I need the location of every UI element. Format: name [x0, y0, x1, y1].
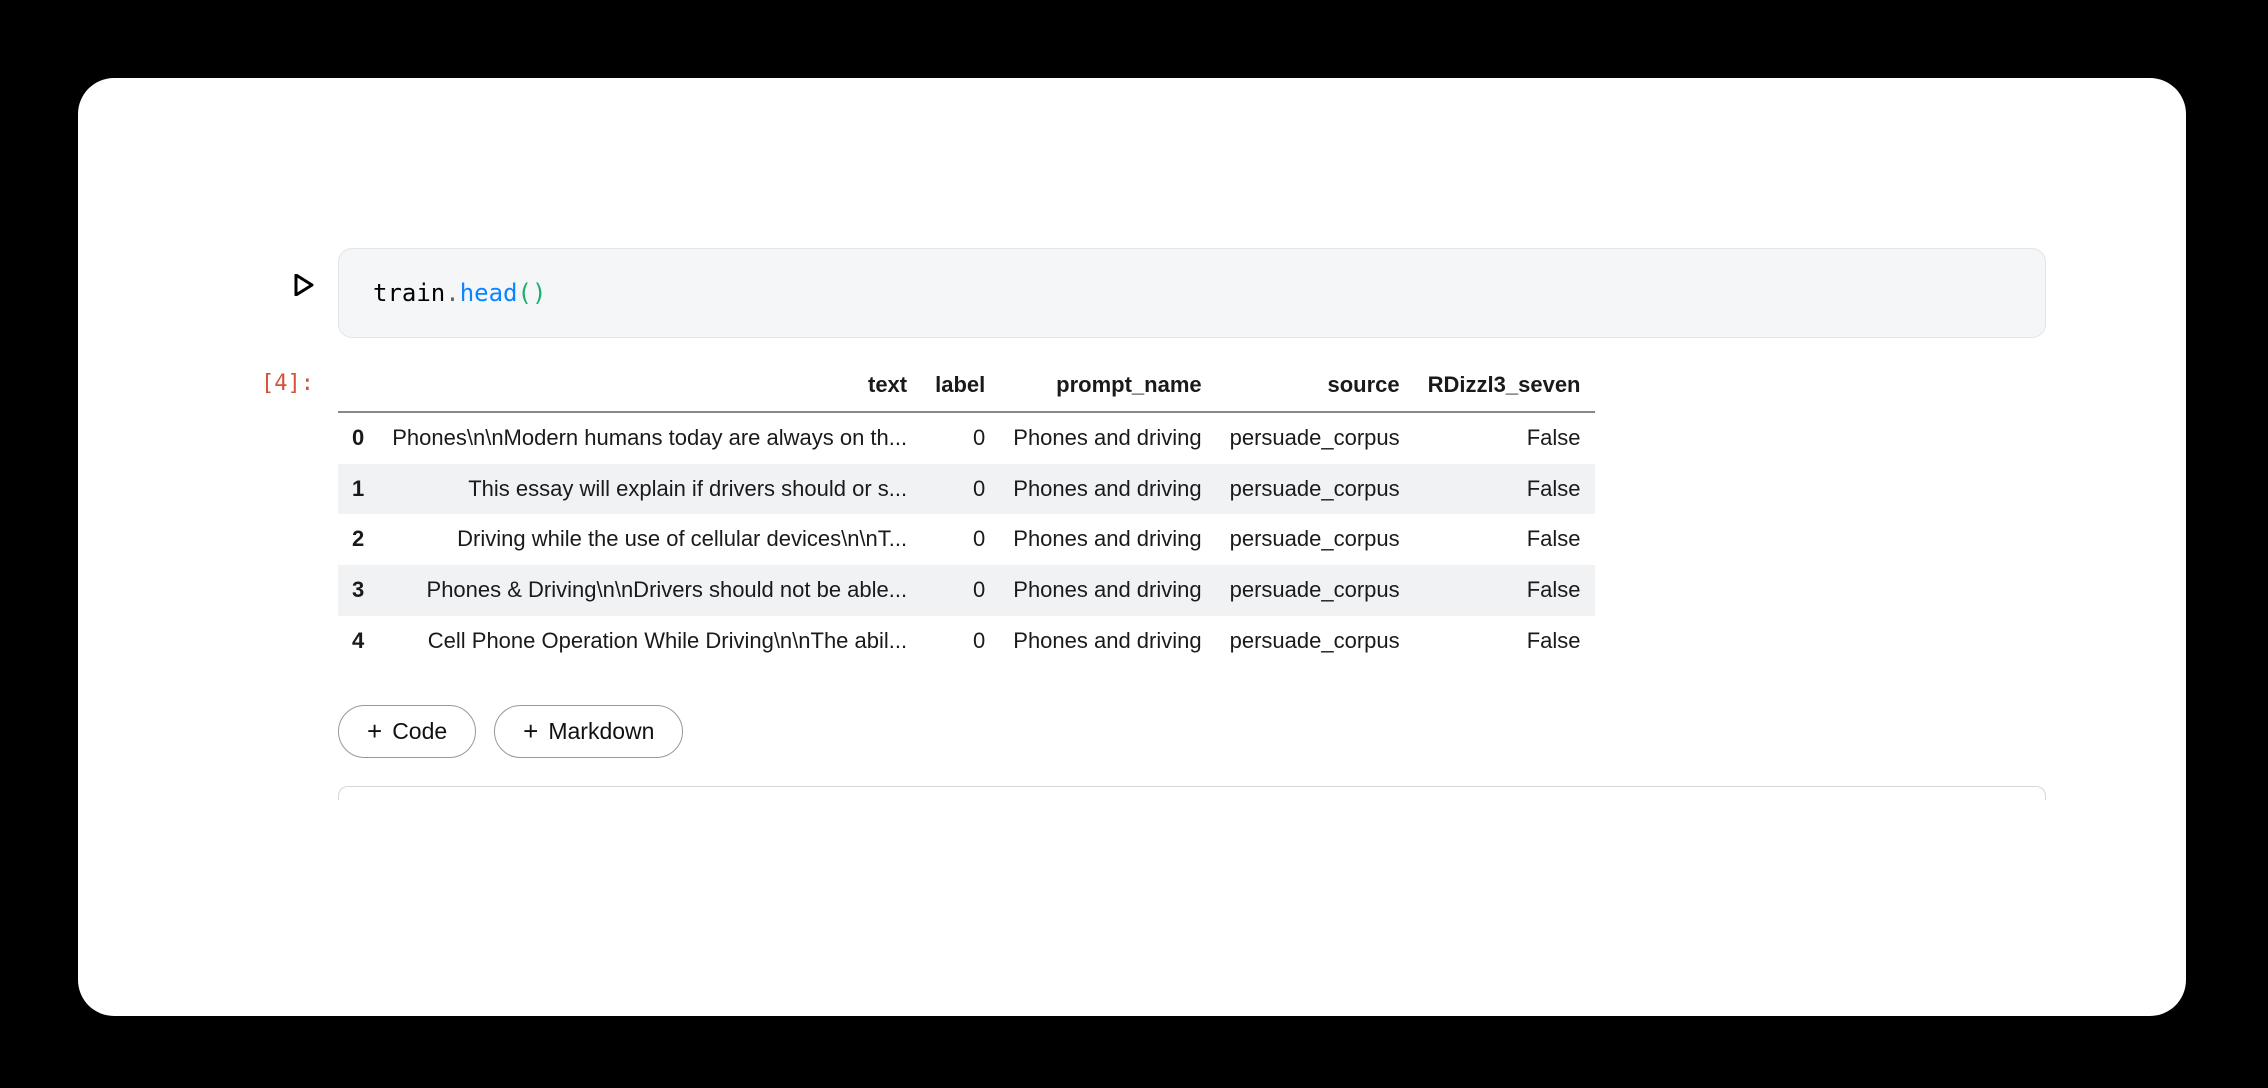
cell-text: This essay will explain if drivers shoul…	[378, 464, 921, 515]
row-index: 4	[338, 616, 378, 667]
cell-source: persuade_corpus	[1216, 565, 1414, 616]
table-header-row: text label prompt_name source RDizzl3_se…	[338, 360, 1595, 412]
code-token-paren-open: (	[518, 279, 532, 307]
cell-label: 0	[921, 514, 999, 565]
dataframe-table: text label prompt_name source RDizzl3_se…	[338, 360, 1595, 667]
add-cell-buttons: + Code + Markdown	[338, 705, 2046, 758]
cell-prompt_name: Phones and driving	[999, 464, 1215, 515]
plus-icon: +	[523, 718, 538, 744]
next-cell-top-edge	[338, 786, 2046, 800]
cell-gutter	[218, 248, 338, 296]
add-markdown-button[interactable]: + Markdown	[494, 705, 683, 758]
cell-prompt_name: Phones and driving	[999, 514, 1215, 565]
cell-rdizzl3: False	[1414, 514, 1595, 565]
cell-prompt_name: Phones and driving	[999, 565, 1215, 616]
code-token-dot: .	[445, 279, 459, 307]
cell-rdizzl3: False	[1414, 565, 1595, 616]
add-code-button[interactable]: + Code	[338, 705, 476, 758]
cell-label: 0	[921, 412, 999, 464]
code-cell: train.head()	[218, 248, 2046, 338]
cell-source: persuade_corpus	[1216, 616, 1414, 667]
col-header-rdizzl3: RDizzl3_seven	[1414, 360, 1595, 412]
row-index: 3	[338, 565, 378, 616]
run-cell-icon[interactable]	[294, 274, 314, 296]
cell-label: 0	[921, 565, 999, 616]
cell-text: Driving while the use of cellular device…	[378, 514, 921, 565]
col-header-prompt_name: prompt_name	[999, 360, 1215, 412]
output-row: [4]: text label prompt_name source RDizz…	[218, 360, 2046, 667]
output-gutter: [4]:	[218, 360, 338, 408]
notebook-window: train.head() [4]: text label prompt_name…	[78, 78, 2186, 1016]
cell-prompt_name: Phones and driving	[999, 616, 1215, 667]
code-token-object: train	[373, 279, 445, 307]
index-header	[338, 360, 378, 412]
cell-source: persuade_corpus	[1216, 412, 1414, 464]
cell-rdizzl3: False	[1414, 464, 1595, 515]
cell-text: Phones\n\nModern humans today are always…	[378, 412, 921, 464]
code-input-area[interactable]: train.head()	[338, 248, 2046, 338]
table-row: 3 Phones & Driving\n\nDrivers should not…	[338, 565, 1595, 616]
row-index: 0	[338, 412, 378, 464]
col-header-text: text	[378, 360, 921, 412]
row-index: 2	[338, 514, 378, 565]
output-area: text label prompt_name source RDizzl3_se…	[338, 360, 2046, 667]
cell-label: 0	[921, 616, 999, 667]
col-header-label: label	[921, 360, 999, 412]
table-row: 2 Driving while the use of cellular devi…	[338, 514, 1595, 565]
code-token-paren-close: )	[532, 279, 546, 307]
table-row: 4 Cell Phone Operation While Driving\n\n…	[338, 616, 1595, 667]
col-header-source: source	[1216, 360, 1414, 412]
table-row: 0 Phones\n\nModern humans today are alwa…	[338, 412, 1595, 464]
cell-text: Cell Phone Operation While Driving\n\nTh…	[378, 616, 921, 667]
plus-icon: +	[367, 718, 382, 744]
add-code-label: Code	[392, 718, 447, 745]
cell-label: 0	[921, 464, 999, 515]
cell-rdizzl3: False	[1414, 616, 1595, 667]
cell-rdizzl3: False	[1414, 412, 1595, 464]
cell-source: persuade_corpus	[1216, 514, 1414, 565]
table-row: 1 This essay will explain if drivers sho…	[338, 464, 1595, 515]
execution-count: [4]:	[261, 360, 314, 408]
cell-text: Phones & Driving\n\nDrivers should not b…	[378, 565, 921, 616]
code-token-method: head	[460, 279, 518, 307]
add-markdown-label: Markdown	[548, 718, 654, 745]
cell-source: persuade_corpus	[1216, 464, 1414, 515]
cell-prompt_name: Phones and driving	[999, 412, 1215, 464]
row-index: 1	[338, 464, 378, 515]
